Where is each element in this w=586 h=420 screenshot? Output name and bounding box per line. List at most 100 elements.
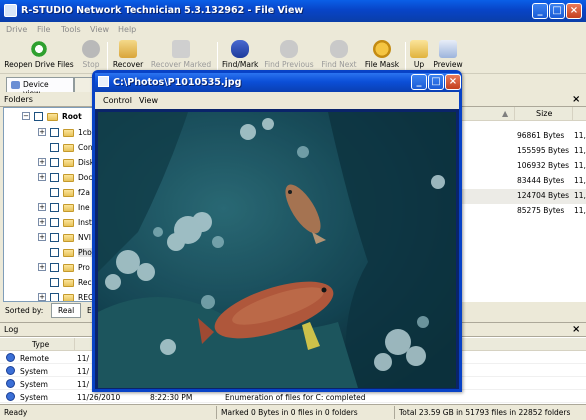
file-size: 124704 Bytes xyxy=(517,191,570,200)
table-row[interactable]: 124704 Bytes 11, xyxy=(460,189,586,204)
tree-item-root[interactable]: − Root xyxy=(4,110,92,123)
folder-tree[interactable]: − Root +1cb Con + Disk + Doc f2a + Ine + Inst + NVI P… xyxy=(3,107,93,302)
checkbox[interactable] xyxy=(50,173,59,182)
image-viewer-window[interactable]: C:\Photos\P1010535.jpg _ □ × Control Vie… xyxy=(92,70,462,392)
table-row[interactable]: 155595 Bytes 11, xyxy=(460,144,586,159)
log-date: 11/26/2010 xyxy=(77,393,121,402)
checkbox[interactable] xyxy=(50,143,59,152)
expand-icon[interactable]: + xyxy=(38,158,46,166)
tree-item[interactable]: Con xyxy=(4,141,92,154)
up-button[interactable]: Up xyxy=(409,40,429,72)
sorted-by-label: Sorted by: xyxy=(5,306,44,315)
viewer-title-bar[interactable]: C:\Photos\P1010535.jpg _ □ × xyxy=(95,73,461,92)
checkbox[interactable] xyxy=(50,248,59,257)
tab-device-view[interactable]: Device view xyxy=(6,77,74,98)
type-column-header[interactable]: Type xyxy=(32,340,49,349)
maximize-icon[interactable]: □ xyxy=(549,3,565,19)
checkbox[interactable] xyxy=(50,128,59,137)
recover-button[interactable]: Recover xyxy=(112,40,144,72)
device-icon xyxy=(11,81,20,89)
checkbox[interactable] xyxy=(34,112,43,121)
reef-fish-image xyxy=(98,112,456,388)
tree-item[interactable]: + NVI xyxy=(4,231,92,244)
checkbox[interactable] xyxy=(50,233,59,242)
table-row[interactable]: 106932 Bytes 11, xyxy=(460,159,586,174)
minimize-icon[interactable]: _ xyxy=(411,74,427,90)
expand-icon[interactable]: + xyxy=(38,203,46,211)
tree-item[interactable]: Rec xyxy=(4,276,92,289)
stop-icon xyxy=(82,40,100,58)
tree-item[interactable]: + Doc xyxy=(4,171,93,184)
info-icon xyxy=(6,392,15,401)
expand-icon[interactable]: + xyxy=(38,233,46,241)
tree-item[interactable]: + Ine xyxy=(4,201,92,214)
tree-item-label: NVI xyxy=(78,233,91,242)
tree-item[interactable]: + Pro xyxy=(4,261,92,274)
tree-item[interactable]: Pho xyxy=(4,246,92,259)
maximize-icon[interactable]: □ xyxy=(428,74,444,90)
tree-item[interactable]: f2a xyxy=(4,186,92,199)
expand-icon[interactable]: + xyxy=(38,293,46,301)
preview-button[interactable]: Preview xyxy=(433,40,463,72)
file-list[interactable]: ▲ Size 96861 Bytes 11, 155595 Bytes 11, 1069… xyxy=(460,107,586,302)
file-mask-button[interactable]: File Mask xyxy=(364,40,400,72)
tree-item-label: Doc xyxy=(78,173,93,182)
underwater-photo xyxy=(98,112,456,388)
toolbar-separator xyxy=(405,42,406,70)
tree-item[interactable]: +1cb xyxy=(4,126,92,139)
checkbox[interactable] xyxy=(50,278,59,287)
info-icon xyxy=(6,353,15,362)
viewer-menu-control[interactable]: Control xyxy=(103,96,132,105)
file-size: 85275 Bytes xyxy=(517,206,565,215)
sort-real-tab[interactable]: Real xyxy=(51,303,82,318)
table-row[interactable]: 83444 Bytes 11, xyxy=(460,174,586,189)
find-previous-button[interactable]: Find Previous xyxy=(264,40,314,72)
stop-button[interactable]: Stop xyxy=(80,40,102,72)
close-icon[interactable]: × xyxy=(572,94,580,105)
viewer-menu-view[interactable]: View xyxy=(139,96,158,105)
find-mark-button[interactable]: Find/Mark xyxy=(222,40,258,72)
expand-icon[interactable]: + xyxy=(38,263,46,271)
checkbox[interactable] xyxy=(50,293,59,301)
menu-bar: Drive File Tools View Help xyxy=(0,22,586,38)
checkbox[interactable] xyxy=(50,263,59,272)
expand-icon[interactable]: + xyxy=(38,218,46,226)
checkbox[interactable] xyxy=(50,188,59,197)
status-bar: Ready Marked 0 Bytes in 0 files in 0 fol… xyxy=(0,404,586,420)
checkbox[interactable] xyxy=(50,203,59,212)
checkbox[interactable] xyxy=(50,218,59,227)
log-type: System xyxy=(20,393,48,402)
find-next-button[interactable]: Find Next xyxy=(320,40,358,72)
menu-help[interactable]: Help xyxy=(118,25,136,34)
file-extra: 11, xyxy=(574,131,586,140)
recover-marked-button[interactable]: Recover Marked xyxy=(150,40,212,72)
binoculars-right-icon xyxy=(330,40,348,58)
menu-view[interactable]: View xyxy=(90,25,109,34)
file-size: 106932 Bytes xyxy=(517,161,570,170)
table-row[interactable]: 96861 Bytes 11, xyxy=(460,129,586,144)
tree-item[interactable]: + Disk xyxy=(4,156,92,169)
tree-item[interactable]: + REC xyxy=(4,291,92,301)
file-extra: 11, xyxy=(574,191,586,200)
expand-icon[interactable]: + xyxy=(38,173,46,181)
folder-icon xyxy=(63,264,74,272)
close-icon[interactable]: × xyxy=(445,74,461,90)
minimize-icon[interactable]: _ xyxy=(532,3,548,19)
log-row[interactable]: System 11/26/2010 8:22:30 PM Enumeration of… xyxy=(0,391,586,403)
close-icon[interactable]: × xyxy=(566,3,582,19)
expand-icon[interactable]: + xyxy=(38,128,46,136)
reopen-drive-files-button[interactable]: Reopen Drive Files xyxy=(4,40,74,72)
menu-drive[interactable]: Drive xyxy=(6,25,27,34)
checkbox[interactable] xyxy=(50,158,59,167)
refresh-icon xyxy=(30,40,48,58)
size-column-header[interactable]: Size xyxy=(536,109,552,118)
tree-item[interactable]: + Inst xyxy=(4,216,92,229)
menu-tools[interactable]: Tools xyxy=(61,25,81,34)
log-date: 11/ xyxy=(77,380,90,389)
close-icon[interactable]: × xyxy=(572,324,580,335)
log-date: 11/ xyxy=(77,367,90,376)
collapse-icon[interactable]: − xyxy=(22,112,30,120)
table-row[interactable]: 85275 Bytes 11, xyxy=(460,204,586,219)
menu-file[interactable]: File xyxy=(37,25,50,34)
folders-title: Folders xyxy=(4,95,33,104)
